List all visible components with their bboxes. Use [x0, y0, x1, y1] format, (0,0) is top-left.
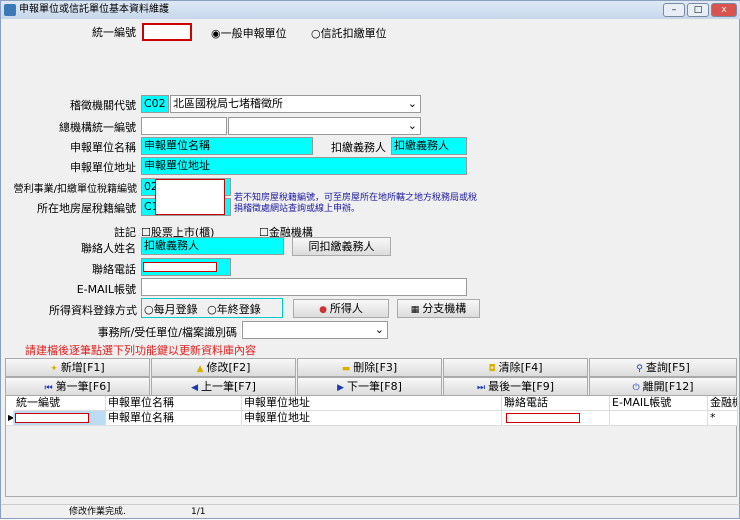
radio-yearly[interactable]: ○年終登錄 — [207, 303, 261, 316]
col-uid[interactable]: 統一編號 — [14, 396, 106, 411]
main-window: 申報單位或信託單位基本資料維護 – □ x 統一編號 ◉一般申報單位 ○信託扣繳… — [0, 0, 740, 519]
office-select[interactable]: 北區國稅局七堵稽徵所 ⌄ — [170, 95, 421, 113]
page-indicator: 1/1 — [191, 507, 206, 517]
method-group: ○每月登錄 ○年終登錄 — [141, 298, 283, 318]
uid-input[interactable] — [142, 23, 192, 41]
row-pointer-icon: ▶ — [6, 411, 14, 426]
addr-input[interactable]: 申報單位地址 — [141, 157, 467, 175]
cell-addr[interactable]: 申報單位地址 — [242, 411, 502, 426]
col-name[interactable]: 申報單位名稱 — [106, 396, 242, 411]
hq-select[interactable]: ⌄ — [228, 117, 421, 135]
biz-tax-label: 營利事業/扣繳單位稅籍編號 — [13, 184, 137, 195]
cell-new-row[interactable]: * — [708, 411, 738, 426]
hq-input[interactable] — [141, 117, 227, 135]
first-button[interactable]: ⏮ 第一筆[F6] — [5, 377, 150, 396]
chevron-down-icon: ⌄ — [407, 97, 417, 110]
col-email[interactable]: E-MAIL帳號 — [610, 396, 708, 411]
building-icon: ▦ — [410, 305, 420, 315]
add-icon: ✦ — [50, 364, 58, 374]
person-icon: ● — [319, 305, 327, 315]
tax-hint: 若不知房屋稅籍編號，可至房屋所在地所轄之地方稅務局或稅捐稽徵處網站查詢或線上申辦… — [234, 193, 478, 214]
app-icon — [4, 4, 16, 16]
cell-name[interactable]: 申報單位名稱 — [106, 411, 242, 426]
firm-label: 事務所/受任單位/檔案識別碼 — [97, 326, 237, 339]
close-button[interactable]: x — [711, 3, 737, 17]
contact-label: 聯絡人姓名 — [81, 242, 136, 255]
email-label: E-MAIL帳號 — [76, 283, 136, 296]
next-button[interactable]: ▶ 下一筆[F8] — [297, 377, 442, 396]
office-label: 稽徵機關代號 — [70, 99, 136, 112]
house-tax-label: 所在地房屋稅籍編號 — [37, 202, 136, 215]
radio-monthly[interactable]: ○每月登錄 — [144, 303, 198, 316]
last-button[interactable]: ⏭ 最後一筆[F9] — [443, 377, 588, 396]
maximize-button[interactable]: □ — [687, 3, 709, 17]
col-addr[interactable]: 申報單位地址 — [242, 396, 502, 411]
col-financial[interactable]: 金融機 — [708, 396, 738, 411]
tax-number-overlay — [155, 179, 225, 215]
edit-button[interactable]: ▲ 修改[F2] — [151, 358, 296, 377]
phone-input[interactable] — [141, 258, 231, 276]
col-phone[interactable]: 聯絡電話 — [502, 396, 610, 411]
prev-button[interactable]: ◀ 上一筆[F7] — [151, 377, 296, 396]
cell-email[interactable] — [610, 411, 708, 426]
branch-button[interactable]: ▦ 分支機構 — [397, 299, 480, 318]
radio-trust[interactable]: ○信託扣繳單位 — [311, 25, 387, 41]
income-person-button[interactable]: ● 所得人 — [293, 299, 389, 318]
same-as-agent-button[interactable]: 同扣繳義務人 — [292, 237, 391, 256]
chevron-down-icon: ⌄ — [374, 323, 384, 336]
delete-button[interactable]: ▬ 刪除[F3] — [297, 358, 442, 377]
phone-label: 聯絡電話 — [92, 263, 136, 276]
clear-icon: ◘ — [488, 364, 496, 374]
cell-phone[interactable] — [502, 411, 610, 426]
name-input[interactable]: 申報單位名稱 — [141, 137, 313, 155]
chevron-down-icon: ⌄ — [407, 119, 417, 132]
grid-header: 統一編號 申報單位名稱 申報單位地址 聯絡電話 E-MAIL帳號 金融機 — [6, 396, 738, 411]
radio-general[interactable]: ◉一般申報單位 — [211, 25, 287, 41]
method-label: 所得資料登錄方式 — [49, 304, 137, 317]
minus-icon: ▬ — [341, 364, 351, 374]
name-label: 申報單位名稱 — [70, 141, 136, 154]
status-bar: 修改作業完成. 1/1 — [1, 504, 740, 520]
hq-label: 總機構統一編號 — [59, 121, 136, 134]
note-label: 註記 — [114, 226, 136, 239]
data-grid: 統一編號 申報單位名稱 申報單位地址 聯絡電話 E-MAIL帳號 金融機 ▶ 申… — [5, 395, 738, 497]
add-button[interactable]: ✦ 新增[F1] — [5, 358, 150, 377]
title-bar: 申報單位或信託單位基本資料維護 – □ x — [1, 1, 740, 19]
exit-button[interactable]: ⏻ 離開[F12] — [589, 377, 737, 396]
contact-input[interactable]: 扣繳義務人 — [141, 237, 284, 255]
query-button[interactable]: ⚲ 查詢[F5] — [589, 358, 737, 377]
agent-label: 扣繳義務人 — [331, 141, 386, 154]
search-icon: ⚲ — [636, 364, 643, 374]
clear-button[interactable]: ◘ 清除[F4] — [443, 358, 588, 377]
uid-label: 統一編號 — [92, 26, 136, 39]
radio-unchecked-icon: ○ — [311, 27, 321, 40]
email-input[interactable] — [141, 278, 467, 296]
status-message: 修改作業完成. — [69, 507, 126, 517]
warning-text: 請建檔後逐筆點選下列功能鍵以更新資料庫內容 — [25, 344, 256, 357]
addr-label: 申報單位地址 — [70, 161, 136, 174]
edit-icon: ▲ — [196, 364, 204, 374]
office-code-input[interactable]: C02 — [141, 95, 169, 113]
minimize-button[interactable]: – — [663, 3, 685, 17]
cell-uid[interactable] — [14, 411, 106, 426]
table-row[interactable]: ▶ 申報單位名稱 申報單位地址 * — [6, 411, 738, 426]
agent-input[interactable]: 扣繳義務人 — [391, 137, 467, 155]
radio-checked-icon: ◉ — [211, 27, 221, 40]
window-title: 申報單位或信託單位基本資料維護 — [19, 4, 169, 15]
firm-select[interactable]: ⌄ — [242, 321, 388, 339]
